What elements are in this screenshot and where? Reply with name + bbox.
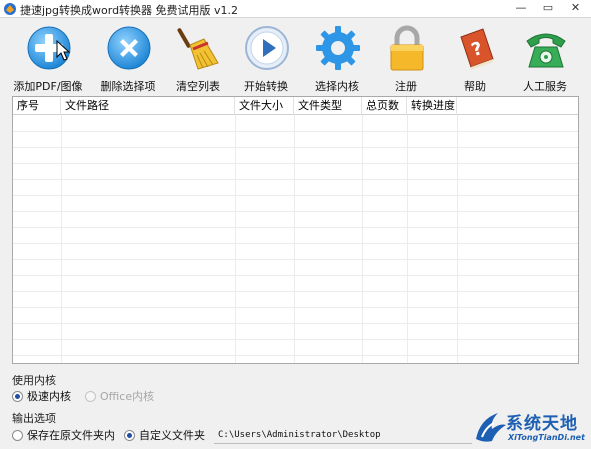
engine-section-title: 使用内核 — [12, 374, 56, 387]
select-engine-button[interactable]: 选择内核 — [299, 23, 375, 93]
toolbar-label: 添加PDF/图像 — [13, 80, 83, 93]
column-divider — [235, 115, 236, 363]
table-body[interactable] — [13, 115, 578, 363]
help-book-icon: ? — [460, 28, 494, 70]
file-table[interactable]: 序号 文件路径 文件大小 文件类型 总页数 转换进度 — [12, 96, 579, 364]
gear-icon — [316, 26, 360, 70]
output-option-original-folder[interactable]: 保存在原文件夹内 — [12, 428, 115, 442]
row-divider — [13, 131, 578, 132]
radio-button[interactable] — [124, 429, 135, 441]
mouse-cursor-icon — [56, 40, 71, 61]
column-divider — [457, 115, 458, 363]
row-divider — [13, 275, 578, 276]
output-section-title: 输出选项 — [12, 412, 56, 425]
toolbar-label: 清空列表 — [176, 80, 220, 93]
toolbar-label: 帮助 — [464, 80, 486, 93]
column-divider — [61, 115, 62, 363]
row-divider — [13, 179, 578, 180]
minimize-button[interactable]: — — [510, 0, 532, 16]
radio-button[interactable] — [12, 390, 23, 402]
row-divider — [13, 355, 578, 356]
toolbar-label: 删除选择项 — [100, 80, 156, 93]
broom-icon — [177, 28, 219, 70]
column-header-type[interactable]: 文件类型 — [294, 97, 362, 115]
row-divider — [13, 227, 578, 228]
radio-button — [85, 390, 96, 402]
toolbar-label: 开始转换 — [244, 80, 288, 93]
row-divider — [13, 323, 578, 324]
column-header-path[interactable]: 文件路径 — [61, 97, 235, 115]
row-divider — [13, 259, 578, 260]
column-header-pages[interactable]: 总页数 — [362, 97, 407, 115]
engine-option-fast[interactable]: 极速内核 — [12, 389, 71, 403]
app-logo-icon — [4, 3, 16, 15]
add-pdf-image-button[interactable]: 添加PDF/图像 — [10, 23, 86, 93]
watermark-title: 系统天地 — [506, 414, 578, 434]
column-header-progress[interactable]: 转换进度 — [407, 97, 457, 115]
watermark-logo: 系统天地 XiTongTianDi.net — [470, 405, 591, 449]
phone-icon — [526, 33, 566, 68]
register-button[interactable]: 注册 — [368, 23, 444, 93]
close-button[interactable]: ✕ — [562, 0, 589, 16]
radio-label: 保存在原文件夹内 — [27, 429, 115, 442]
row-divider — [13, 195, 578, 196]
delete-selected-button[interactable]: 删除选择项 — [90, 23, 166, 93]
watermark-subtitle: XiTongTianDi.net — [508, 433, 585, 442]
delete-x-icon — [107, 26, 151, 70]
maximize-button[interactable]: ▭ — [537, 0, 559, 16]
radio-button[interactable] — [12, 429, 23, 441]
output-path-field[interactable]: C:\Users\Administrator\Desktop — [214, 427, 472, 444]
row-divider — [13, 147, 578, 148]
start-conversion-button[interactable]: 开始转换 — [228, 23, 304, 93]
toolbar: 添加PDF/图像 删除选择项 清空列表 开始转换 选择内核 注册 ? 帮助 人工… — [0, 19, 591, 94]
radio-label: Office内核 — [100, 390, 155, 403]
row-divider — [13, 307, 578, 308]
row-divider — [13, 243, 578, 244]
column-divider — [407, 115, 408, 363]
column-divider — [294, 115, 295, 363]
radio-label: 极速内核 — [27, 390, 71, 403]
column-divider — [362, 115, 363, 363]
toolbar-label: 注册 — [395, 80, 417, 93]
lock-icon — [390, 25, 424, 71]
title-bar: 捷速jpg转换成word转换器 免费试用版 v1.2 — ▭ ✕ — [0, 0, 591, 18]
engine-option-office: Office内核 — [85, 389, 154, 403]
row-divider — [13, 211, 578, 212]
toolbar-label: 选择内核 — [315, 80, 359, 93]
table-header: 序号 文件路径 文件大小 文件类型 总页数 转换进度 — [13, 97, 578, 115]
row-divider — [13, 291, 578, 292]
bird-logo-icon — [476, 413, 506, 442]
clear-list-button[interactable]: 清空列表 — [160, 23, 236, 93]
column-header-size[interactable]: 文件大小 — [235, 97, 294, 115]
help-button[interactable]: ? 帮助 — [437, 23, 513, 93]
row-divider — [13, 163, 578, 164]
window-title: 捷速jpg转换成word转换器 免费试用版 v1.2 — [20, 4, 239, 17]
radio-label: 自定义文件夹 — [139, 429, 205, 442]
play-icon — [245, 26, 289, 70]
output-option-custom-folder[interactable]: 自定义文件夹 — [124, 428, 205, 442]
column-header-index[interactable]: 序号 — [13, 97, 61, 115]
row-divider — [13, 339, 578, 340]
customer-service-button[interactable]: 人工服务 — [507, 23, 583, 93]
toolbar-label: 人工服务 — [523, 80, 567, 93]
